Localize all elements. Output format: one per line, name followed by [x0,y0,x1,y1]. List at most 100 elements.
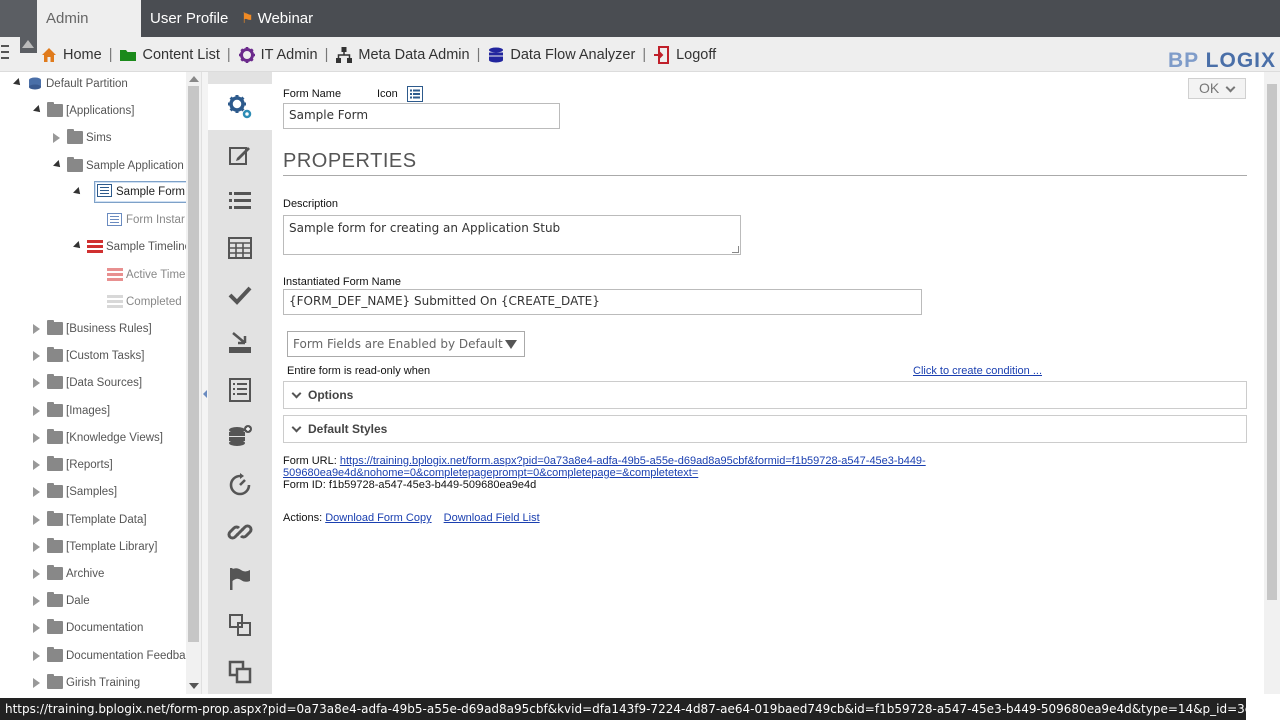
nav-it-admin[interactable]: IT Admin [238,46,318,64]
nav-separator: | [642,46,647,63]
options-section-toggle[interactable]: Options [283,381,1247,409]
folder-icon [47,647,63,662]
database-add-icon [229,425,252,446]
expand-arrow-icon[interactable] [33,324,40,334]
form-url-link[interactable]: https://training.bplogix.net/form.aspx?p… [340,455,926,467]
expand-arrow-icon[interactable] [33,651,40,661]
expand-arrow-icon[interactable] [33,678,40,688]
checkmark-icon [228,286,252,305]
tab-user-profile[interactable]: User Profile [141,0,237,37]
rail-form-list-button[interactable] [208,367,272,413]
rail-edit-button[interactable] [208,132,272,178]
expand-arrow-icon[interactable] [33,515,40,525]
form-name-label: Form Name [283,88,342,100]
tree-scrollbar-thumb[interactable] [188,86,199,642]
main-scrollbar-thumb[interactable] [1267,84,1277,600]
list-icon [229,192,251,209]
timer-icon [229,473,251,496]
collapse-arrow-icon[interactable] [73,241,83,251]
scroll-down-arrow-icon[interactable] [189,683,199,689]
nav-data-flow-analyzer[interactable]: Data Flow Analyzer [487,46,635,64]
nav-content-list[interactable]: Content List [119,46,220,64]
collapse-header-button[interactable] [20,37,37,53]
description-textarea[interactable]: Sample form for creating an Application … [283,215,741,255]
tab-admin-profile[interactable]: Admin Profile [37,0,141,64]
main-scrollbar[interactable] [1264,72,1280,694]
folder-icon [47,619,63,634]
edit-icon [229,147,250,165]
panel-splitter[interactable] [201,72,208,694]
download-form-copy-link[interactable]: Download Form Copy [325,512,431,524]
rail-table-button[interactable] [208,225,272,271]
tab-webinar[interactable]: ⚑ Webinar [232,0,322,37]
menu-toggle-icon[interactable] [0,41,10,65]
rail-data-source-button[interactable] [208,414,272,460]
expand-arrow-icon[interactable] [33,623,40,633]
expand-arrow-icon[interactable] [33,406,40,416]
expand-arrow-icon[interactable] [33,433,40,443]
form-fields-enabled-select[interactable]: Form Fields are Enabled by Default [287,331,525,357]
scroll-up-arrow-icon[interactable] [189,76,199,82]
folder-icon [47,511,63,526]
expand-arrow-icon[interactable] [33,460,40,470]
tree-item-label: Sample Timeline [106,241,186,253]
description-label: Description [283,198,339,210]
folder-icon [47,592,63,607]
top-bar: Admin Profile User Profile ⚑Webinar [0,0,1280,64]
expand-arrow-icon[interactable] [33,542,40,552]
resize-handle-icon[interactable] [732,246,739,253]
nav-content-list-label: Content List [142,46,220,63]
nav-home[interactable]: Home [40,46,102,64]
rail-import-button[interactable] [208,320,272,366]
tree-item-label: Documentation [66,622,144,634]
folder-icon [67,129,83,144]
expand-arrow-icon[interactable] [33,351,40,361]
collapse-arrow-icon[interactable] [13,78,23,88]
rail-list-button[interactable] [208,178,272,224]
tree-item-sample-form[interactable]: Sample Form [73,181,186,203]
collapse-arrow-icon[interactable] [73,187,83,197]
tree-item-label: Sims [86,132,112,144]
folder-icon [119,46,137,64]
tree-item-label: [Images] [66,405,111,417]
tree-scrollbar[interactable] [186,72,201,694]
folder-icon [47,565,63,580]
tree-item-text: Sample Form [116,186,186,198]
download-tray-icon [229,332,251,353]
collapse-arrow-icon[interactable] [53,160,63,170]
home-icon [40,46,58,64]
rail-validation-button[interactable] [208,272,272,318]
form-tools-rail [208,72,272,694]
nav-separator: | [324,46,329,63]
rail-link-button[interactable] [208,509,272,555]
rail-duplicate-button[interactable] [208,649,272,695]
form-icon [407,86,423,102]
create-condition-link[interactable]: Click to create condition ... [913,365,1042,377]
download-field-list-link[interactable]: Download Field List [444,512,540,524]
logoff-icon [653,45,671,64]
rail-properties-button[interactable] [208,84,272,130]
ok-button[interactable]: OK [1188,78,1246,99]
expand-arrow-icon[interactable] [33,378,40,388]
expand-arrow-icon[interactable] [33,487,40,497]
collapse-arrow-icon[interactable] [33,105,43,115]
rail-timer-button[interactable] [208,462,272,508]
nav-bar: Home | Content List | IT Admin | Meta Da… [0,37,1280,72]
gear-icon [238,46,256,64]
nav-meta-data-admin[interactable]: Meta Data Admin [335,46,470,64]
expand-arrow-icon[interactable] [33,596,40,606]
folder-icon [47,374,63,389]
folder-icon [47,347,63,362]
link-icon [227,524,253,540]
nav-logoff[interactable]: Logoff [653,45,716,64]
table-icon [228,237,252,259]
expand-arrow-icon[interactable] [33,569,40,579]
expand-arrow-icon[interactable] [53,133,60,143]
instantiated-form-name-input[interactable]: {FORM_DEF_NAME} Submitted On {CREATE_DAT… [283,289,922,315]
rail-flag-button[interactable] [208,556,272,602]
rail-copy-button[interactable] [208,602,272,648]
logo-part1: BP [1168,49,1199,72]
form-url-link-continued[interactable]: 509680ea9e4d&nohome=0&completepageprompt… [283,467,698,479]
form-name-input[interactable]: Sample Form [283,103,560,129]
default-styles-section-toggle[interactable]: Default Styles [283,415,1247,443]
